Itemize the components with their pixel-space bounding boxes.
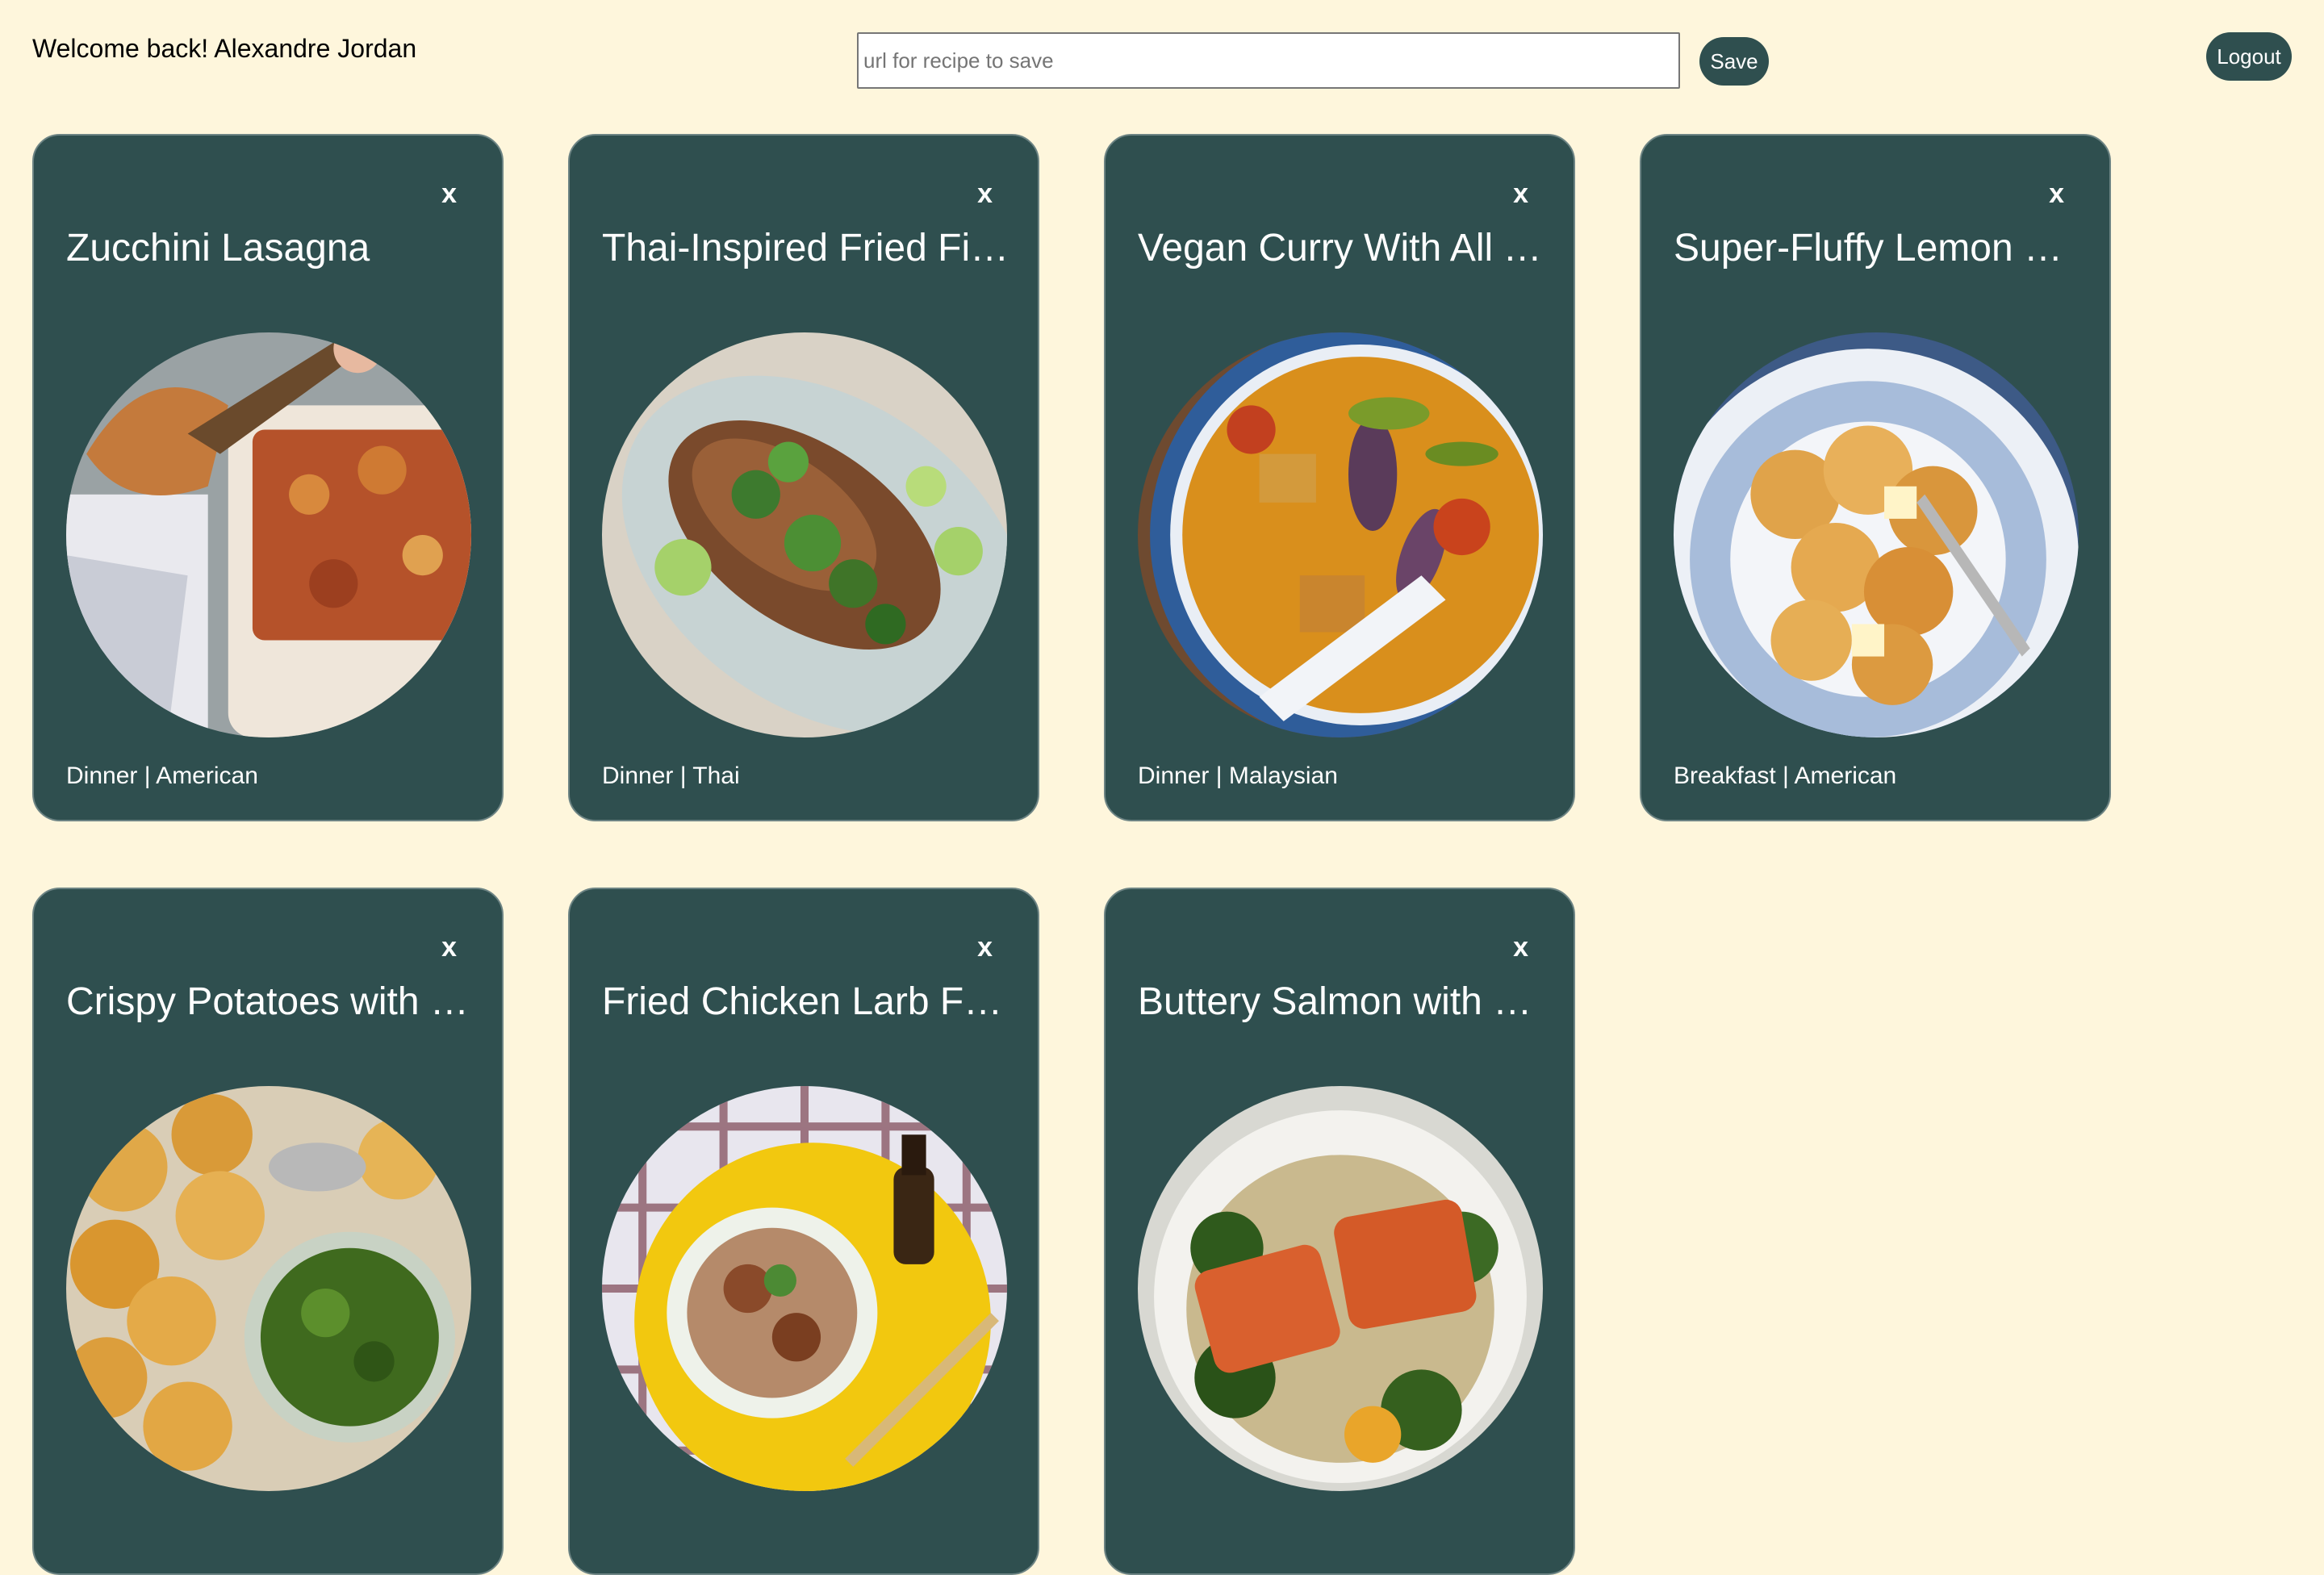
recipe-title: Zucchini Lasagna	[66, 227, 370, 269]
recipe-card[interactable]: x Crispy Potatoes with Green Sauce	[32, 888, 504, 1575]
vegan-curry-photo[interactable]	[1138, 332, 1543, 737]
recipe-title: Thai-Inspired Fried Fish	[602, 227, 1010, 269]
welcome-message: Welcome back! Alexandre Jordan	[32, 34, 417, 63]
recipe-title: Buttery Salmon with Greens	[1138, 980, 1546, 1023]
save-button[interactable]: Save	[1699, 37, 1769, 86]
remove-recipe-button[interactable]: x	[441, 931, 457, 963]
buttery-salmon-photo[interactable]	[1138, 1086, 1543, 1491]
recipe-card[interactable]: x Buttery Salmon with Greens	[1104, 888, 1575, 1575]
recipe-card[interactable]: x Thai-Inspired Fried Fish Dinner | Thai	[568, 134, 1039, 821]
recipe-title: Fried Chicken Larb Fried Rice	[602, 980, 1010, 1023]
remove-recipe-button[interactable]: x	[977, 178, 993, 210]
recipe-meta: Dinner | Thai	[602, 762, 740, 789]
recipe-title: Vegan Curry With All The Vegetables	[1138, 227, 1546, 269]
zucchini-lasagna-photo[interactable]	[66, 332, 471, 737]
recipe-card[interactable]: x Fried Chicken Larb Fried Rice	[568, 888, 1039, 1575]
remove-recipe-button[interactable]: x	[1513, 931, 1528, 963]
remove-recipe-button[interactable]: x	[1513, 178, 1528, 210]
logout-button[interactable]: Logout	[2206, 32, 2292, 81]
recipe-title: Crispy Potatoes with Green Sauce	[66, 980, 474, 1023]
recipe-card[interactable]: x Super-Fluffy Lemon Ricotta Pancakes Br…	[1640, 134, 2111, 821]
recipe-meta: Dinner | American	[66, 762, 258, 789]
app-header: Welcome back! Alexandre Jordan Save Logo…	[0, 0, 2324, 113]
recipe-title: Super-Fluffy Lemon Ricotta Pancakes	[1674, 227, 2082, 269]
recipe-card[interactable]: x Vegan Curry With All The Vegetables Di…	[1104, 134, 1575, 821]
fried-fish-photo[interactable]	[602, 332, 1007, 737]
remove-recipe-button[interactable]: x	[441, 178, 457, 210]
recipe-meta: Breakfast | American	[1674, 762, 1897, 789]
recipe-card[interactable]: x Zucchini Lasagna Dinner | American	[32, 134, 504, 821]
lemon-pancakes-photo[interactable]	[1674, 332, 2079, 737]
remove-recipe-button[interactable]: x	[2049, 178, 2064, 210]
remove-recipe-button[interactable]: x	[977, 931, 993, 963]
recipe-url-input[interactable]	[857, 32, 1680, 89]
crispy-potatoes-photo[interactable]	[66, 1086, 471, 1491]
chicken-larb-photo[interactable]	[602, 1086, 1007, 1491]
recipe-meta: Dinner | Malaysian	[1138, 762, 1338, 789]
